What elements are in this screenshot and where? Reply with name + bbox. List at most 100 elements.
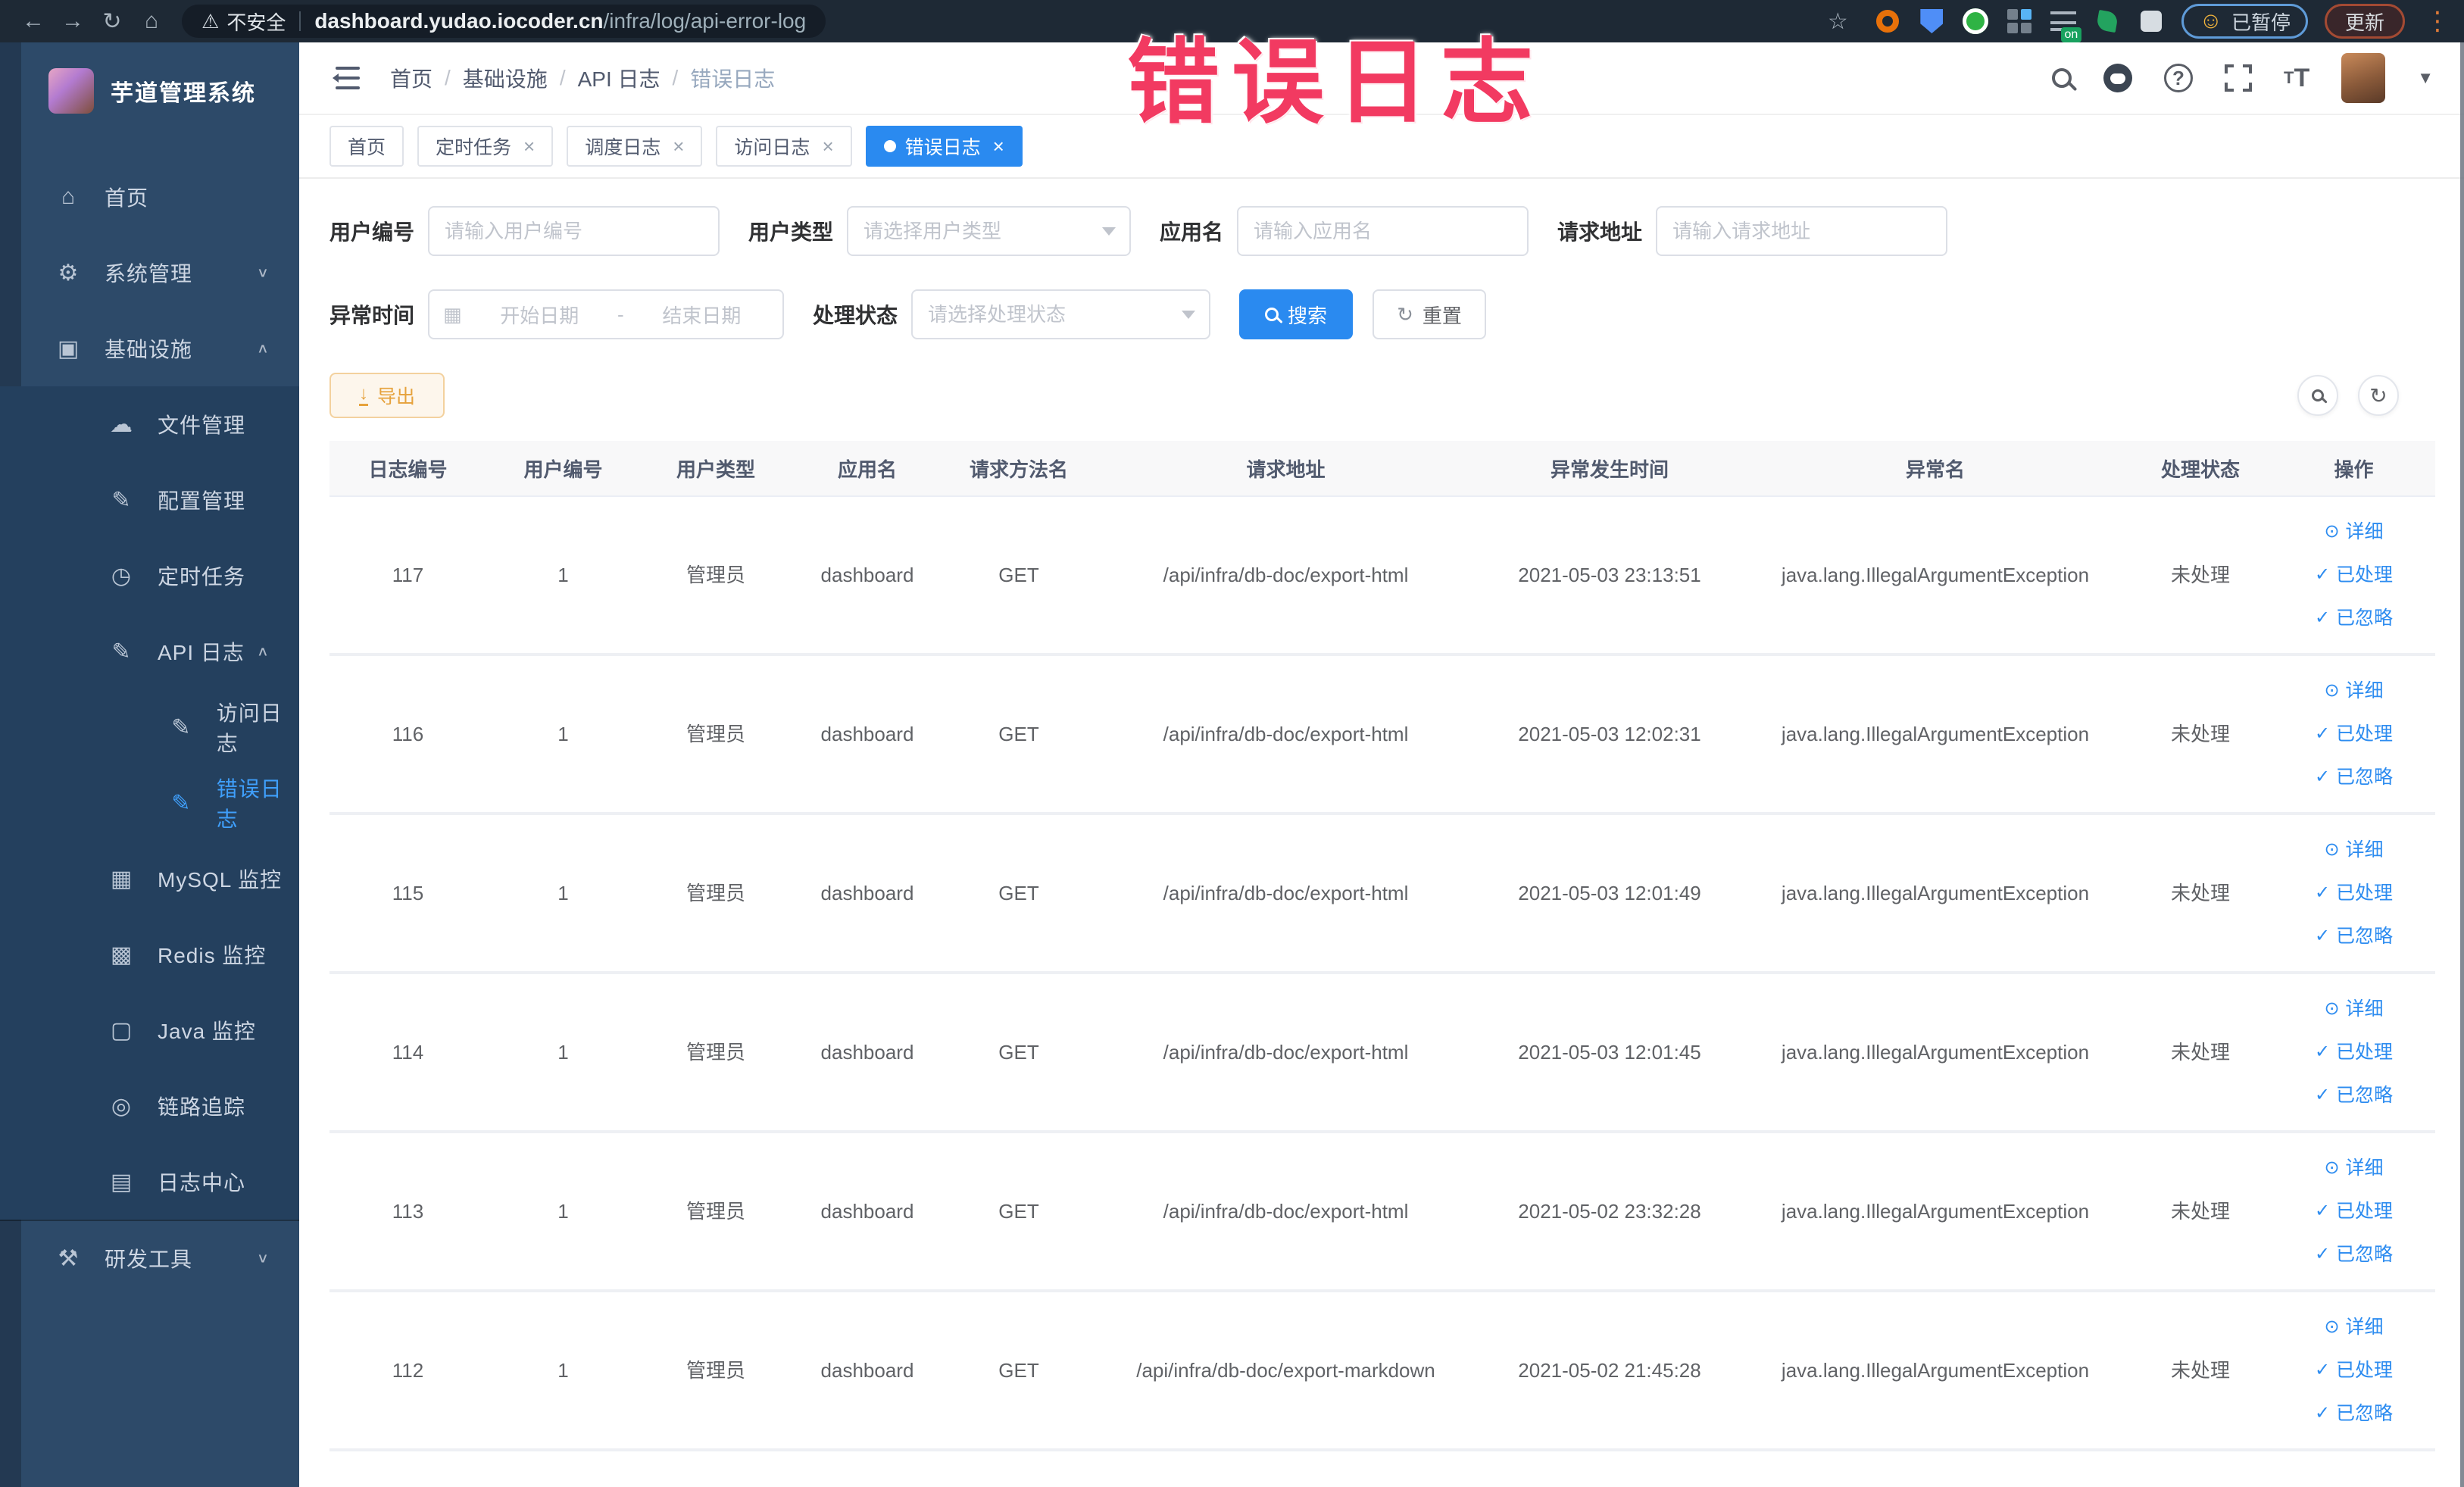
github-icon[interactable] xyxy=(2103,64,2132,92)
extension-shield-icon[interactable] xyxy=(1918,8,1945,35)
processed-link[interactable]: ✓ 已处理 xyxy=(2315,880,2393,907)
address-bar[interactable]: ⚠ 不安全 dashboard.yudao.iocoder.cn/infra/l… xyxy=(182,5,826,38)
close-icon[interactable]: × xyxy=(673,135,684,158)
extension-green-icon[interactable] xyxy=(1962,8,1989,35)
forward-icon[interactable]: → xyxy=(53,8,92,34)
end-date-placeholder[interactable]: 结束日期 xyxy=(635,301,769,329)
toggle-search-button[interactable] xyxy=(2297,375,2338,416)
filter-process-status: 处理状态 xyxy=(813,289,1211,339)
sidebar-item-infra[interactable]: ▣ 基础设施 ∧ xyxy=(0,311,299,386)
date-range-picker[interactable]: ▦ 开始日期 - 结束日期 xyxy=(428,289,785,339)
ignored-link[interactable]: ✓ 已忽略 xyxy=(2315,1242,2393,1268)
breadcrumb-item[interactable]: 基础设施 xyxy=(463,63,548,93)
home-icon[interactable]: ⌂ xyxy=(132,8,171,34)
detail-link[interactable]: ⊙ 详细 xyxy=(2324,678,2383,704)
refresh-table-button[interactable]: ↻ xyxy=(2358,375,2399,416)
extension-leaf-icon[interactable] xyxy=(2094,8,2121,35)
security-label[interactable]: 不安全 xyxy=(226,8,286,36)
eye-icon: ⊙ xyxy=(2324,521,2340,542)
search-button[interactable]: 搜索 xyxy=(1239,289,1354,339)
paused-badge[interactable]: ☺ 已暂停 xyxy=(2181,4,2308,39)
detail-link[interactable]: ⊙ 详细 xyxy=(2324,1155,2383,1182)
ignored-link[interactable]: ✓ 已忽略 xyxy=(2315,1082,2393,1109)
ignored-link[interactable]: ✓ 已忽略 xyxy=(2315,764,2393,791)
page-tag-首页[interactable]: 首页 xyxy=(329,126,404,167)
user-type-select[interactable] xyxy=(847,206,1132,256)
ignored-link[interactable]: ✓ 已忽略 xyxy=(2315,1401,2393,1427)
filter-row-2: 异常时间 ▦ 开始日期 - 结束日期 处理状态 请选择处理状态 搜索 ↻ 重置 xyxy=(329,289,2434,339)
back-icon[interactable]: ← xyxy=(14,8,53,34)
eye-icon: ⊙ xyxy=(2324,1317,2340,1338)
update-button[interactable]: 更新 xyxy=(2324,4,2405,39)
sidebar-item-access-log[interactable]: ✎ 访问日志 xyxy=(0,689,299,765)
column-header: 异常发生时间 xyxy=(1550,458,1669,481)
sidebar-collapse-icon[interactable] xyxy=(329,65,360,91)
processed-link[interactable]: ✓ 已处理 xyxy=(2315,562,2393,589)
ignored-link[interactable]: ✓ 已忽略 xyxy=(2315,605,2393,632)
page-tag-访问日志[interactable]: 访问日志 × xyxy=(716,126,852,167)
cell-method: GET xyxy=(998,881,1039,904)
sidebar-item-trace[interactable]: ◎ 链路追踪 xyxy=(0,1068,299,1144)
detail-link[interactable]: ⊙ 详细 xyxy=(2324,837,2383,864)
search-icon[interactable] xyxy=(2051,68,2072,88)
user-id-input[interactable] xyxy=(428,206,720,256)
sidebar-item-dev-tools[interactable]: ⚒ 研发工具 ∨ xyxy=(0,1220,299,1295)
extension-switch-icon[interactable]: on xyxy=(2050,8,2082,42)
sidebar-item-log-center[interactable]: ▤ 日志中心 xyxy=(0,1144,299,1220)
font-size-icon[interactable]: TT xyxy=(2284,64,2309,93)
sidebar-item-java[interactable]: ▢ Java 监控 xyxy=(0,992,299,1068)
page-tag-调度日志[interactable]: 调度日志 × xyxy=(567,126,703,167)
process-status-select[interactable] xyxy=(911,289,1211,339)
detail-link[interactable]: ⊙ 详细 xyxy=(2324,996,2383,1023)
table-row: 112 1 管理员 dashboard GET /api/infra/db-do… xyxy=(329,1292,2435,1451)
user-avatar[interactable] xyxy=(2341,53,2386,103)
cell-app-name: dashboard xyxy=(820,1358,914,1382)
url-text[interactable]: dashboard.yudao.iocoder.cn/infra/log/api… xyxy=(314,9,806,33)
processed-link[interactable]: ✓ 已处理 xyxy=(2315,1039,2393,1066)
sidebar-item-config[interactable]: ✎ 配置管理 xyxy=(0,462,299,538)
browser-menu-icon[interactable]: ⋮ xyxy=(2425,6,2450,36)
browser-extensions-area: ☆ on ☺ 已暂停 更新 ⋮ xyxy=(1818,4,2450,42)
request-url-input[interactable] xyxy=(1656,206,1948,256)
breadcrumb-item[interactable]: 首页 xyxy=(390,63,433,93)
processed-link[interactable]: ✓ 已处理 xyxy=(2315,1198,2393,1225)
sidebar-item-api-log[interactable]: ✎ API 日志 ∧ xyxy=(0,614,299,689)
sidebar-item-home[interactable]: ⌂ 首页 xyxy=(0,159,299,235)
processed-link[interactable]: ✓ 已处理 xyxy=(2315,1357,2393,1384)
close-icon[interactable]: × xyxy=(523,135,535,158)
document-icon: ▤ xyxy=(110,1169,133,1195)
processed-link[interactable]: ✓ 已处理 xyxy=(2315,721,2393,748)
fullscreen-icon[interactable] xyxy=(2224,64,2252,92)
bookmark-star-icon[interactable]: ☆ xyxy=(1818,8,1857,35)
start-date-placeholder[interactable]: 开始日期 xyxy=(473,301,607,329)
sidebar-item-system[interactable]: ⚙ 系统管理 ∨ xyxy=(0,235,299,311)
breadcrumb-item[interactable]: API 日志 xyxy=(578,63,661,93)
detail-link[interactable]: ⊙ 详细 xyxy=(2324,1314,2383,1341)
reset-button[interactable]: ↻ 重置 xyxy=(1373,289,1487,339)
export-button[interactable]: ↓ 导出 xyxy=(329,373,445,418)
page-tag-错误日志[interactable]: 错误日志 × xyxy=(865,126,1023,167)
sidebar-item-mysql[interactable]: ▦ MySQL 监控 xyxy=(0,841,299,917)
sidebar-item-redis[interactable]: ▩ Redis 监控 xyxy=(0,917,299,992)
close-icon[interactable]: × xyxy=(993,135,1004,158)
logo-row[interactable]: 芋道管理系统 xyxy=(0,42,299,139)
emoji-icon: ☺ xyxy=(2199,8,2222,33)
sidebar-item-file[interactable]: ☁ 文件管理 xyxy=(0,386,299,462)
cell-app-name: dashboard xyxy=(820,881,914,904)
extension-orange-icon[interactable] xyxy=(1874,8,1901,35)
sidebar-item-job[interactable]: ◷ 定时任务 xyxy=(0,538,299,614)
reload-icon[interactable]: ↻ xyxy=(92,8,132,35)
menu-label: 首页 xyxy=(105,186,149,210)
close-icon[interactable]: × xyxy=(822,135,833,158)
avatar-caret-icon[interactable]: ▼ xyxy=(2417,68,2434,88)
extension-puzzle-icon[interactable] xyxy=(2138,8,2165,35)
ignored-link[interactable]: ✓ 已忽略 xyxy=(2315,923,2393,950)
detail-link[interactable]: ⊙ 详细 xyxy=(2324,519,2383,545)
app-name-input[interactable] xyxy=(1237,206,1529,256)
help-icon[interactable]: ? xyxy=(2163,64,2193,92)
check-icon: ✓ xyxy=(2314,1244,2331,1265)
check-icon: ✓ xyxy=(2314,564,2331,586)
page-tag-定时任务[interactable]: 定时任务 × xyxy=(417,126,554,167)
extension-grid-icon[interactable] xyxy=(2006,8,2033,35)
sidebar-item-error-log[interactable]: ✎ 错误日志 xyxy=(0,765,299,841)
